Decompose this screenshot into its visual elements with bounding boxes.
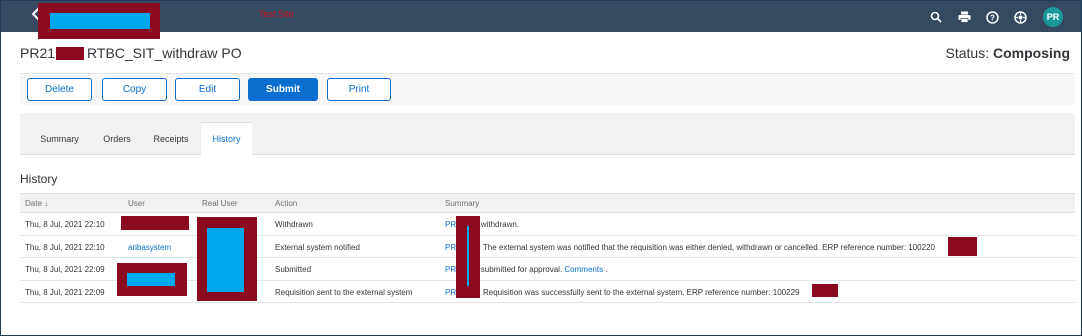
redaction — [812, 284, 838, 297]
redaction — [456, 216, 480, 298]
tab-orders[interactable]: Orders — [92, 122, 142, 155]
redaction — [117, 263, 187, 296]
help-icon[interactable]: ? — [985, 10, 999, 24]
avatar[interactable]: PR — [1043, 7, 1063, 27]
print-button[interactable]: Print — [327, 78, 391, 101]
action-cell: Requisition sent to the external system — [275, 287, 413, 297]
search-icon[interactable] — [929, 10, 943, 24]
shell-actions: ? PR — [929, 5, 1063, 29]
section-title-history: History — [20, 172, 58, 186]
shell-bar: Test Site ? PR — [1, 1, 1081, 32]
date-cell: Thu, 8 Jul, 2021 22:10 — [25, 242, 105, 252]
delete-button[interactable]: Delete — [27, 78, 92, 101]
date-cell: Thu, 8 Jul, 2021 22:09 — [25, 287, 105, 297]
action-toolbar: Delete Copy Edit Submit Print — [20, 73, 1075, 105]
redaction — [948, 237, 977, 256]
settings-icon[interactable] — [1013, 10, 1027, 24]
date-cell: Thu, 8 Jul, 2021 22:10 — [25, 220, 105, 229]
tab-receipts[interactable]: Receipts — [144, 122, 198, 155]
column-summary[interactable]: Summary — [445, 199, 479, 208]
redacted-app-title — [38, 3, 160, 39]
tab-summary[interactable]: Summary — [32, 122, 87, 155]
action-cell: Submitted — [275, 265, 312, 274]
svg-text:?: ? — [990, 13, 995, 22]
user-link[interactable]: aribasystem — [128, 243, 171, 252]
tab-bar: Summary Orders Receipts History — [20, 113, 1075, 155]
column-date[interactable]: Date ↓ — [25, 199, 48, 208]
action-cell: External system notified — [275, 242, 360, 252]
column-action[interactable]: Action — [275, 199, 297, 208]
table-header: Date ↓ User Real User Action Summary — [20, 193, 1075, 213]
column-user[interactable]: User — [128, 199, 145, 208]
submit-button[interactable]: Submit — [248, 78, 318, 101]
sort-descending-icon: ↓ — [44, 199, 49, 208]
action-cell: Withdrawn — [275, 220, 313, 229]
print-icon[interactable] — [957, 10, 971, 24]
table-row: Thu, 8 Jul, 2021 22:10 aribasystem Exter… — [20, 236, 1075, 258]
tab-history[interactable]: History — [201, 122, 252, 155]
redaction — [56, 47, 85, 60]
copy-button[interactable]: Copy — [102, 78, 167, 101]
page-title: PR21 RTBC_SIT_withdraw PO — [20, 45, 242, 61]
summary-cell: PR2: The external system was notified th… — [445, 242, 935, 252]
summary-cell: PR2: Requisition was successfully sent t… — [445, 287, 800, 297]
date-cell: Thu, 8 Jul, 2021 22:09 — [25, 265, 105, 274]
environment-label: Test Site — [259, 9, 294, 19]
redaction — [121, 216, 189, 230]
column-real-user[interactable]: Real User — [202, 199, 238, 208]
status-indicator: Status: Composing — [945, 45, 1070, 61]
edit-button[interactable]: Edit — [175, 78, 240, 101]
comments-link[interactable]: Comments — [564, 265, 603, 274]
redaction — [197, 217, 257, 301]
status-value: Composing — [993, 45, 1070, 61]
